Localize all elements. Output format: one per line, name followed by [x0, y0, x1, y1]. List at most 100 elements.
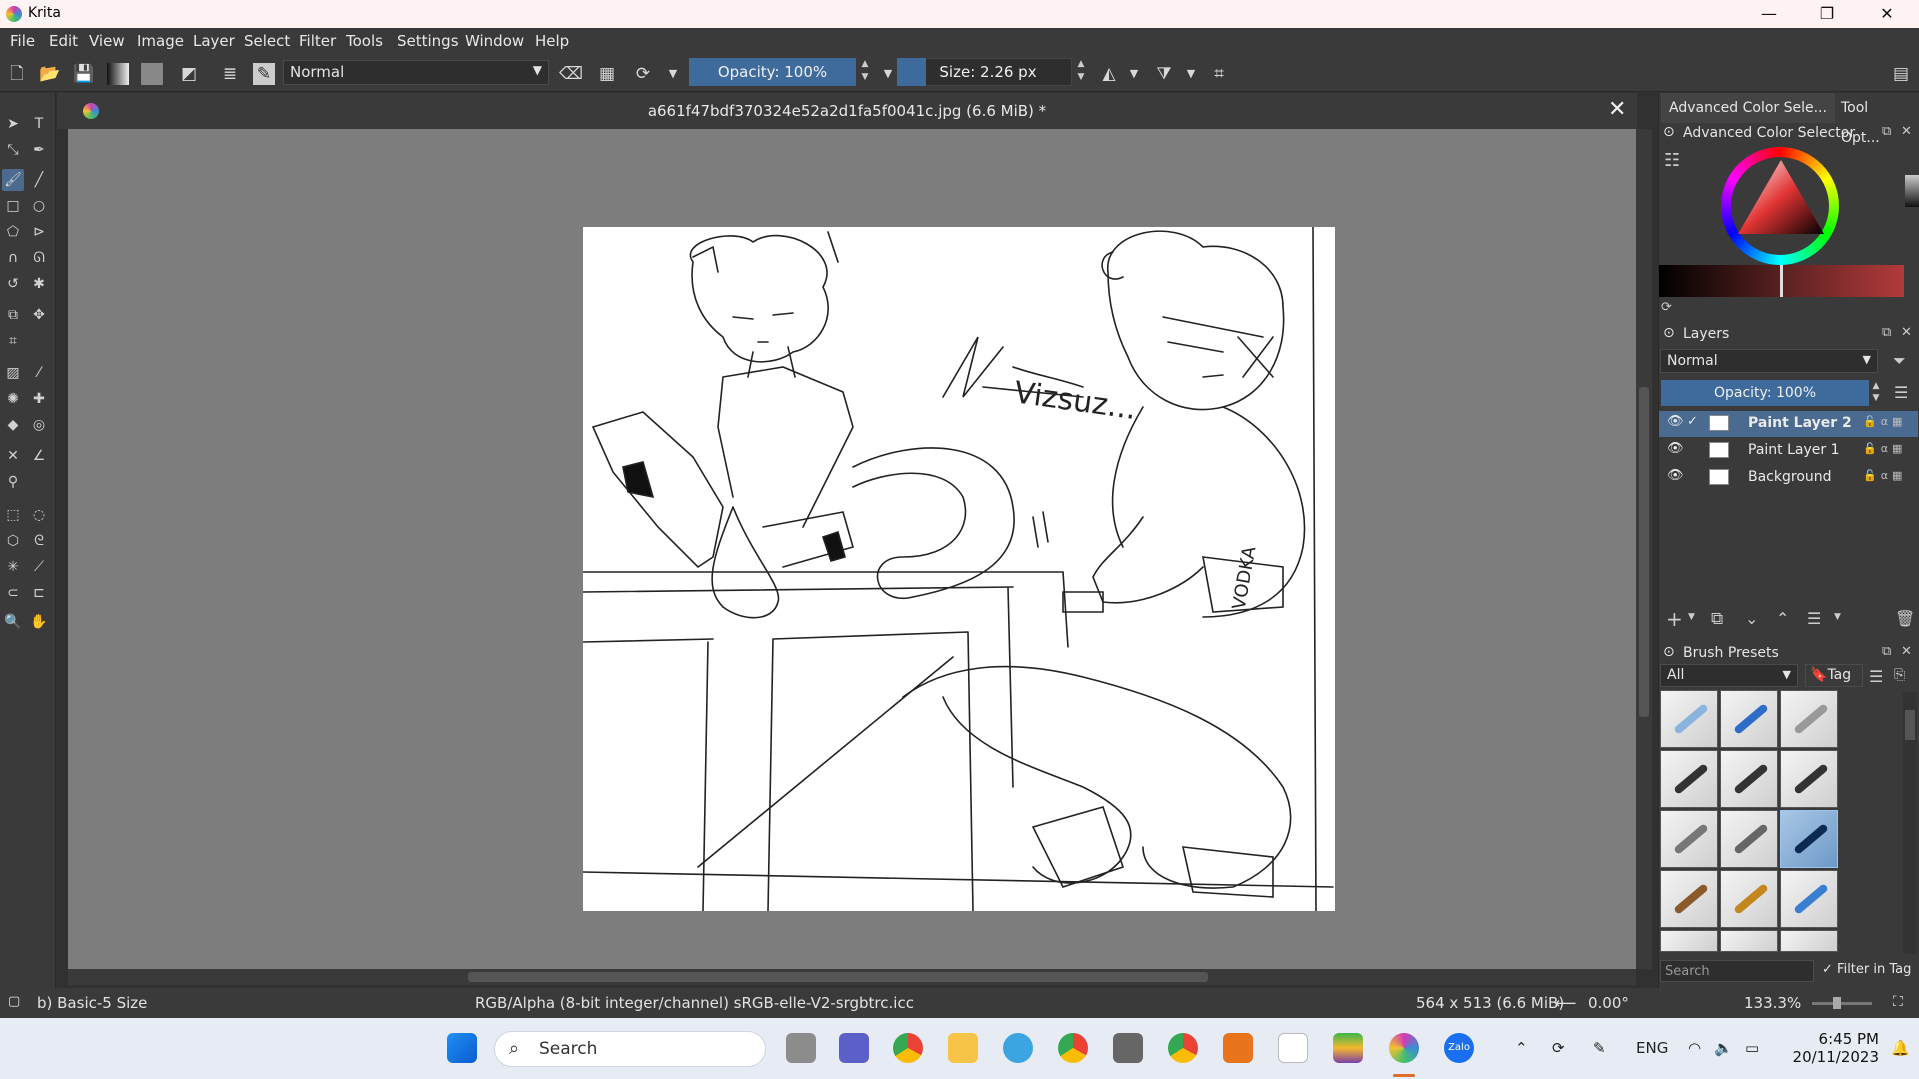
task-view-icon[interactable] [786, 1033, 816, 1063]
float-brush-presets-icon[interactable]: ⧉ [1882, 644, 1891, 659]
chrome-profile-icon[interactable] [1058, 1033, 1088, 1063]
brush-preset-row5-c[interactable] [1780, 930, 1838, 952]
ellipse-tool-icon[interactable]: ○ [28, 195, 50, 217]
open-document-icon[interactable]: 📂 [39, 63, 61, 85]
brush-preset-blue-pencil-2[interactable] [1780, 870, 1838, 928]
current-brush-label[interactable]: b) Basic-5 Size [37, 994, 147, 1012]
new-document-icon[interactable]: 🗋 [6, 63, 28, 85]
app-icon-orange[interactable] [1223, 1033, 1253, 1063]
blend-mode-select[interactable]: Normal ▼ [283, 60, 549, 85]
canvas-vertical-scrollbar[interactable] [1636, 129, 1652, 969]
opacity-spin-buttons[interactable]: ▲ ▼ [858, 58, 872, 86]
layer-properties-icon[interactable]: ☰ [1807, 609, 1821, 628]
menu-view[interactable]: View [89, 32, 125, 50]
brush-preset-pencil-medium[interactable] [1720, 810, 1778, 868]
magnetic-selection-tool-icon[interactable]: ⊏ [28, 582, 50, 604]
fg-bg-color-icon[interactable]: ◩ [178, 63, 200, 85]
brush-preset-basic-5-size[interactable] [1780, 810, 1838, 868]
layer-row-background[interactable]: 👁 Background 🔓α▦ [1659, 465, 1918, 491]
brush-preset-eraser[interactable] [1660, 690, 1718, 748]
menu-file[interactable]: File [10, 32, 35, 50]
brush-preset-row5-b[interactable] [1720, 930, 1778, 952]
layer-options-menu-icon[interactable]: ☰ [1894, 383, 1908, 402]
krita-taskbar-icon[interactable] [1389, 1033, 1419, 1063]
horizontal-scroll-thumb[interactable] [468, 972, 1208, 982]
color-triangle[interactable] [1738, 160, 1824, 240]
rectangle-tool-icon[interactable]: □ [2, 195, 24, 217]
fill-tool-icon[interactable]: ◆ [2, 414, 24, 436]
float-panel-icon[interactable]: ⧉ [1882, 124, 1891, 139]
canvas-only-icon[interactable]: ⛶ [1893, 994, 1903, 1010]
brush-preset-row5-a[interactable] [1660, 930, 1718, 952]
bezier-tool-icon[interactable]: ∩ [2, 247, 24, 269]
layer-lock-alpha-icons[interactable]: 🔓α▦ [1863, 442, 1906, 455]
zalo-icon[interactable]: Zalo [1444, 1033, 1474, 1063]
move-layer-up-icon[interactable]: ⌃ [1776, 609, 1789, 628]
file-explorer-icon[interactable] [948, 1033, 978, 1063]
color-selector-settings-icon[interactable]: ☷ [1664, 150, 1680, 171]
menu-tools[interactable]: Tools [346, 32, 383, 50]
notepad-icon[interactable] [1278, 1033, 1308, 1063]
paint-app-icon[interactable] [1003, 1033, 1033, 1063]
minimize-button[interactable]: — [1746, 2, 1792, 26]
brush-preset-sketch[interactable] [1720, 870, 1778, 928]
gradient-tool-icon[interactable]: ▨ [2, 362, 24, 384]
app-icon-pen[interactable] [1113, 1033, 1143, 1063]
brush-settings-icon[interactable]: ≣ [219, 63, 241, 85]
select-shapes-tool-icon[interactable]: ➤ [2, 113, 24, 135]
assistant-tool-icon[interactable]: ✕ [2, 445, 24, 467]
show-hidden-icons[interactable]: ⌃ [1515, 1039, 1528, 1057]
language-indicator[interactable]: ENG [1636, 1039, 1668, 1057]
tab-tool-options[interactable]: Tool Opt... [1833, 93, 1919, 146]
drawing-canvas[interactable]: Vizsuz... VODKA [583, 227, 1335, 911]
teams-meet-icon[interactable] [839, 1033, 869, 1063]
brush-filter-select[interactable]: All ▼ [1660, 664, 1798, 687]
brush-search-input[interactable]: Search [1660, 960, 1814, 982]
brush-preset-ink-pen[interactable] [1720, 750, 1778, 808]
workspace-chooser-icon[interactable]: ▤ [1890, 63, 1912, 85]
elliptical-selection-tool-icon[interactable]: ◌ [28, 504, 50, 526]
reload-preset-icon[interactable]: ⟳ [632, 63, 654, 85]
mirror-h-dropdown-icon[interactable]: ▼ [1123, 63, 1145, 85]
brush-import-icon[interactable]: ⎘ [1894, 667, 1905, 683]
multibrush-tool-icon[interactable]: ✱ [28, 273, 50, 295]
pen-icon[interactable]: ✎ [1593, 1039, 1606, 1057]
menu-select[interactable]: Select [244, 32, 290, 50]
polygon-tool-icon[interactable]: ⬠ [2, 221, 24, 243]
duplicate-layer-icon[interactable]: ⧉ [1711, 609, 1723, 629]
tab-advanced-color-selector[interactable]: Advanced Color Sele... [1661, 93, 1835, 123]
dynamic-brush-tool-icon[interactable]: ↺ [2, 273, 24, 295]
wrap-around-icon[interactable]: ⌗ [1208, 63, 1230, 85]
colorize-mask-tool-icon[interactable]: ✺ [2, 388, 24, 410]
notifications-icon[interactable]: 🔔 [1891, 1039, 1910, 1057]
polygonal-selection-tool-icon[interactable]: ⬡ [2, 530, 24, 552]
edit-shapes-tool-icon[interactable]: ⤡ [2, 139, 24, 161]
volume-icon[interactable]: 🔈 [1714, 1039, 1733, 1057]
menu-edit[interactable]: Edit [49, 32, 78, 50]
text-tool-icon[interactable]: T [28, 113, 50, 135]
add-layer-icon[interactable]: + [1666, 607, 1683, 631]
layer-lock-alpha-icons[interactable]: 🔓α▦ [1863, 469, 1906, 482]
calligraphy-tool-icon[interactable]: ✒ [28, 139, 50, 161]
opacity-dropdown-icon[interactable]: ▼ [877, 63, 899, 85]
brush-tag-button[interactable]: 🔖Tag [1805, 664, 1863, 687]
layer-blend-mode-select[interactable]: Normal ▼ [1660, 349, 1878, 373]
menu-settings[interactable]: Settings [397, 32, 459, 50]
close-panel-icon[interactable]: ✕ [1901, 124, 1912, 139]
zoom-slider[interactable] [1812, 1002, 1872, 1005]
color-swatch-strip[interactable] [1905, 175, 1919, 207]
brush-preset-blue-pencil[interactable] [1720, 690, 1778, 748]
mirror-horizontal-icon[interactable]: ◭ [1098, 63, 1120, 85]
rotation-icon[interactable]: ⟵ [1555, 994, 1577, 1012]
vertical-scroll-thumb[interactable] [1639, 387, 1649, 717]
freehand-selection-tool-icon[interactable]: ᘓ [28, 530, 50, 552]
move-layer-down-icon[interactable]: ⌄ [1745, 609, 1758, 628]
brush-preset-soft-eraser[interactable] [1780, 690, 1838, 748]
layer-properties-dropdown-icon[interactable]: ▼ [1834, 612, 1841, 622]
menu-image[interactable]: Image [137, 32, 184, 50]
wifi-icon[interactable]: ◠ [1688, 1039, 1701, 1057]
brush-scroll-thumb[interactable] [1905, 710, 1915, 740]
refresh-colors-icon[interactable]: ⟳ [1661, 300, 1672, 315]
layer-filter-icon[interactable]: ⏷ [1893, 351, 1906, 371]
delete-layer-icon[interactable]: 🗑 [1895, 609, 1915, 628]
